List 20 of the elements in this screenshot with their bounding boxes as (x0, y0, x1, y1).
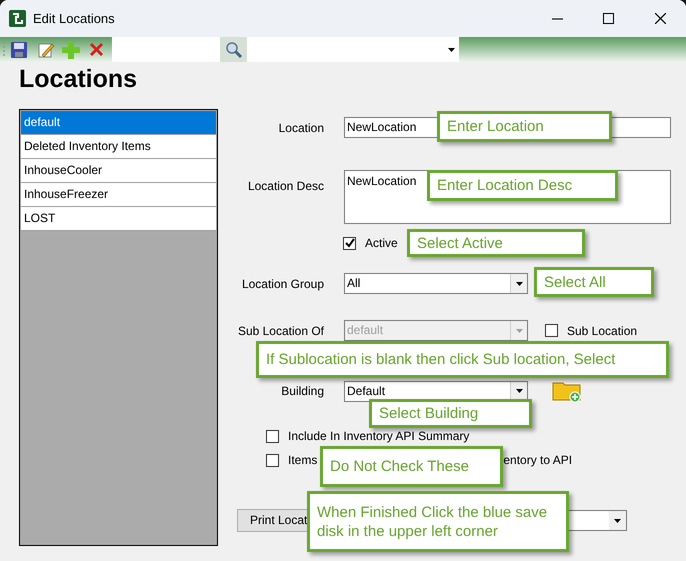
field-label: Location Desc (246, 178, 325, 195)
field-label: Location (278, 120, 325, 136)
checkbox-label: Items (288, 452, 318, 469)
callout-tooltip: Select All (534, 267, 654, 297)
checkbox-label: Include In Inventory API Summary (288, 428, 470, 445)
callout-tooltip: Enter Location Desc (427, 170, 618, 201)
field-label: Location Group (240, 276, 325, 292)
page-heading: Locations (19, 64, 138, 94)
callout-tooltip: Select Building (369, 399, 532, 428)
callout-tooltip: If Sublocation is blank then click Sub location, Select (256, 341, 669, 378)
callout-tooltip: Enter Location (437, 111, 612, 142)
callout-tooltip: Select Active (407, 229, 585, 257)
window-title: Edit Locations (33, 10, 115, 28)
checkbox-label: entory to API (503, 452, 572, 469)
checkbox-label: Sub Location (567, 322, 638, 340)
field-label: Sub Location Of (237, 322, 325, 340)
callout-tooltip: Do Not Check These (320, 446, 503, 487)
field-label: Building (280, 383, 325, 400)
checkbox-label: Active (365, 235, 398, 252)
callout-tooltip: When Finished Click the blue save disk in the upper left corner (307, 491, 569, 552)
